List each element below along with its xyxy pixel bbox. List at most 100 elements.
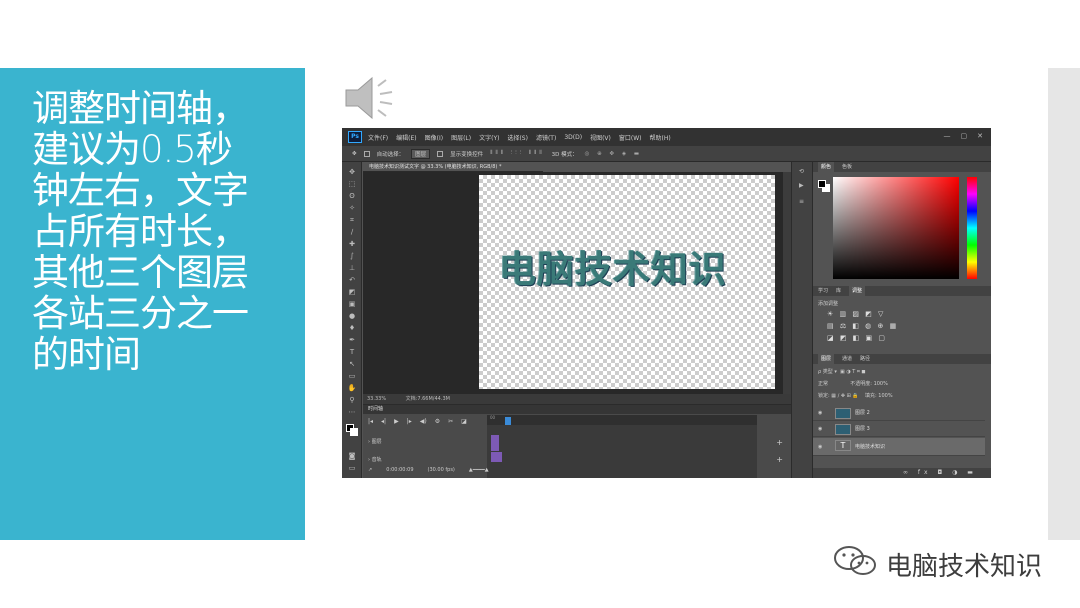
render-video-icon[interactable]: ↗ — [368, 467, 372, 473]
tab-channels[interactable]: 通道 — [842, 354, 852, 364]
magic-wand-icon[interactable]: ✧ — [347, 204, 357, 212]
opacity-input[interactable]: 100% — [874, 381, 888, 387]
tab-swatches[interactable]: 色板 — [842, 162, 852, 172]
eraser-tool-icon[interactable]: ◩ — [347, 288, 357, 296]
document-tab[interactable]: 电脑技术知识测试文字 @ 33.3% (电脑技术知识, RGB/8) * — [363, 162, 543, 172]
tab-color[interactable]: 颜色 — [818, 162, 835, 172]
timeline-title: 时间轴 — [363, 405, 791, 414]
align-icons[interactable]: ⫴⫴⫴ ⫶⫶⫶ ⫴⫴⫴ — [490, 150, 544, 157]
playhead-handle[interactable] — [505, 417, 511, 425]
play-icon[interactable]: ▶ — [394, 418, 399, 425]
blend-mode-dropdown[interactable]: 正常 — [818, 381, 828, 387]
auto-select-checkbox[interactable] — [363, 150, 370, 157]
menu-type[interactable]: 文字(Y) — [479, 133, 499, 142]
healing-brush-icon[interactable]: ✚ — [347, 240, 357, 248]
menu-help[interactable]: 帮助(H) — [650, 133, 671, 142]
history-brush-icon[interactable]: ↶ — [347, 276, 357, 284]
shape-tool-icon[interactable]: ▭ — [347, 372, 357, 380]
prev-frame-icon[interactable]: ◂| — [381, 418, 386, 425]
doc-size: 文档:7.66M/44.3M — [405, 396, 450, 402]
pen-tool-icon[interactable]: ✒ — [347, 336, 357, 344]
hand-tool-icon[interactable]: ✋ — [347, 384, 357, 392]
crop-tool-icon[interactable]: ⌗ — [347, 216, 357, 224]
menu-file[interactable]: 文件(F) — [368, 133, 388, 142]
screen-mode-icon[interactable]: ▭ — [347, 464, 357, 472]
show-transform-checkbox[interactable] — [437, 150, 444, 157]
timeline-ruler[interactable]: 00 — [487, 415, 757, 425]
zoom-level[interactable]: 33.33% — [367, 396, 386, 402]
blur-tool-icon[interactable]: ● — [347, 312, 357, 320]
canvas-text-layer: 电脑技术知识 — [499, 248, 727, 291]
foreground-color-chip[interactable] — [818, 180, 826, 188]
history-icon[interactable]: ⟲ — [799, 168, 804, 175]
menu-filter[interactable]: 滤镜(T) — [536, 133, 556, 142]
vertical-scrollbar[interactable] — [783, 172, 791, 394]
gradient-tool-icon[interactable]: ▣ — [347, 300, 357, 308]
transition-icon[interactable]: ◪ — [461, 418, 467, 425]
visibility-eye-icon[interactable]: ◉ — [818, 438, 822, 456]
adjustment-icons-row-3[interactable]: ◪ ◩ ◧ ▣ ▢ — [827, 334, 887, 342]
menu-select[interactable]: 选择(S) — [507, 133, 528, 142]
split-icon[interactable]: ✂ — [448, 418, 453, 425]
next-frame-icon[interactable]: |▸ — [407, 418, 412, 425]
first-frame-icon[interactable]: |◂ — [368, 418, 373, 425]
audio-icon[interactable]: ◀) — [420, 418, 427, 425]
dodge-tool-icon[interactable]: ♦ — [347, 324, 357, 332]
layer-item[interactable]: ◉ 图层 2 — [813, 406, 985, 421]
eyedropper-icon[interactable]: ∕ — [347, 228, 357, 236]
zoom-slider[interactable]: ▲━━━━▲ — [469, 467, 489, 473]
type-tool-icon[interactable]: T — [347, 348, 357, 356]
more-tools-icon[interactable]: ⋯ — [347, 408, 357, 416]
marquee-tool-icon[interactable]: ⬚ — [347, 180, 357, 188]
menu-layer[interactable]: 图层(L) — [451, 133, 471, 142]
3d-mode-icons[interactable]: ◎ ⊕ ✥ ◈ ▬ — [585, 151, 642, 157]
tab-layers[interactable]: 图层 — [818, 354, 835, 364]
visibility-eye-icon[interactable]: ◉ — [818, 406, 822, 421]
minimize-icon[interactable]: — — [944, 132, 951, 140]
tab-paths[interactable]: 路径 — [860, 354, 870, 364]
timeline-audio-row[interactable]: › 音轨 — [368, 456, 382, 463]
timeline-layer-row[interactable]: › 图层 — [368, 438, 382, 445]
path-select-icon[interactable]: ↖ — [347, 360, 357, 368]
visibility-eye-icon[interactable]: ◉ — [818, 422, 822, 437]
move-tool-icon[interactable]: ✥ — [347, 168, 357, 176]
layer-filter[interactable]: ρ 类型 ▾ ▣ ◑ T ⌗ ◼ — [818, 368, 866, 375]
auto-select-dropdown[interactable]: 图层 — [411, 148, 431, 159]
fill-input[interactable]: 100% — [878, 393, 892, 399]
settings-icon[interactable]: ⚙ — [435, 418, 440, 425]
actions-icon[interactable]: ▶ — [799, 182, 804, 189]
tab-learn[interactable]: 学习 — [818, 286, 828, 296]
layer-name: 图层 2 — [855, 410, 870, 416]
canvas[interactable]: 电脑技术知识 — [479, 175, 775, 389]
brush-tool-icon[interactable]: ∫ — [347, 252, 357, 260]
add-audio-icon[interactable]: + — [776, 455, 783, 464]
menu-window[interactable]: 窗口(W) — [619, 133, 642, 142]
tab-adjustments[interactable]: 调整 — [849, 286, 866, 296]
layer-item-selected[interactable]: ◉ T 电脑技术知识 — [813, 438, 985, 456]
properties-icon[interactable]: ≡ — [799, 198, 804, 205]
timeline-footer: ↗ 0:00:00:09 (30.00 fps) ▲━━━━▲ — [368, 467, 489, 473]
stamp-tool-icon[interactable]: ⊥ — [347, 264, 357, 272]
menu-image[interactable]: 图像(I) — [425, 133, 443, 142]
tab-libraries[interactable]: 库 — [836, 286, 841, 296]
layers-footer-icons[interactable]: ∞ fx ◘ ◑ ▬ ◱ 🗑 — [813, 468, 991, 478]
add-media-icon[interactable]: + — [776, 438, 783, 447]
layer-item[interactable]: ◉ 图层 3 — [813, 422, 985, 437]
layer-clip-bar[interactable] — [491, 435, 499, 451]
layer-clip-bar[interactable] — [491, 452, 502, 462]
maximize-icon[interactable]: ▢ — [961, 132, 968, 140]
lasso-tool-icon[interactable]: ʘ — [347, 192, 357, 200]
adjustment-icons-row-2[interactable]: ▤ ⚖ ◧ ◍ ⊕ ▦ — [827, 322, 898, 330]
hue-slider[interactable] — [967, 177, 977, 279]
menu-view[interactable]: 视图(V) — [590, 133, 611, 142]
menu-3d[interactable]: 3D(D) — [564, 134, 582, 141]
move-tool-icon[interactable]: ✥ — [352, 151, 357, 157]
close-icon[interactable]: ✕ — [977, 132, 983, 140]
menu-edit[interactable]: 编辑(E) — [396, 133, 416, 142]
background-color-swatch[interactable] — [350, 428, 358, 436]
zoom-tool-icon[interactable]: ⚲ — [347, 396, 357, 404]
speaker-icon[interactable] — [342, 72, 398, 124]
quick-mask-icon[interactable]: ◙ — [347, 452, 357, 460]
adjustment-icons-row-1[interactable]: ☀ ▥ ▨ ◩ ▽ — [827, 310, 885, 318]
color-field[interactable] — [833, 177, 959, 279]
